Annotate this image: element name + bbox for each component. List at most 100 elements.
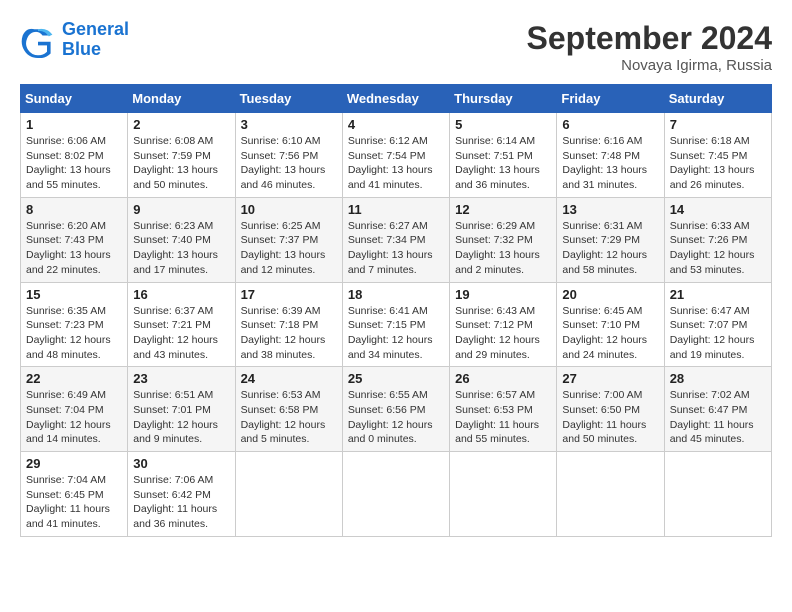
sunrise: Sunrise: 6:39 AM [241,304,337,319]
day-info: Sunrise: 6:20 AM Sunset: 7:43 PM Dayligh… [26,219,122,278]
sunset: Sunset: 6:42 PM [133,488,229,503]
daylight: Daylight: 12 hours and 38 minutes. [241,333,337,362]
daylight: Daylight: 13 hours and 26 minutes. [670,163,766,192]
col-sunday: Sunday [21,85,128,113]
sunrise: Sunrise: 6:23 AM [133,219,229,234]
daylight: Daylight: 12 hours and 24 minutes. [562,333,658,362]
day-info: Sunrise: 6:14 AM Sunset: 7:51 PM Dayligh… [455,134,551,193]
logo-line2: Blue [62,39,101,59]
day-info: Sunrise: 7:00 AM Sunset: 6:50 PM Dayligh… [562,388,658,447]
table-row: 30 Sunrise: 7:06 AM Sunset: 6:42 PM Dayl… [128,452,235,537]
sunrise: Sunrise: 6:12 AM [348,134,444,149]
day-number: 19 [455,287,551,302]
logo: General Blue [20,20,129,60]
table-row: 15 Sunrise: 6:35 AM Sunset: 7:23 PM Dayl… [21,282,128,367]
sunset: Sunset: 6:47 PM [670,403,766,418]
table-row: 1 Sunrise: 6:06 AM Sunset: 8:02 PM Dayli… [21,113,128,198]
daylight: Daylight: 13 hours and 17 minutes. [133,248,229,277]
table-row: 25 Sunrise: 6:55 AM Sunset: 6:56 PM Dayl… [342,367,449,452]
sunset: Sunset: 6:53 PM [455,403,551,418]
sunset: Sunset: 7:07 PM [670,318,766,333]
day-info: Sunrise: 7:02 AM Sunset: 6:47 PM Dayligh… [670,388,766,447]
table-row: 3 Sunrise: 6:10 AM Sunset: 7:56 PM Dayli… [235,113,342,198]
day-number: 9 [133,202,229,217]
sunset: Sunset: 6:56 PM [348,403,444,418]
day-info: Sunrise: 6:23 AM Sunset: 7:40 PM Dayligh… [133,219,229,278]
sunrise: Sunrise: 7:06 AM [133,473,229,488]
table-row [664,452,771,537]
sunset: Sunset: 7:18 PM [241,318,337,333]
table-row [557,452,664,537]
sunset: Sunset: 7:56 PM [241,149,337,164]
sunrise: Sunrise: 6:14 AM [455,134,551,149]
daylight: Daylight: 13 hours and 22 minutes. [26,248,122,277]
table-row: 20 Sunrise: 6:45 AM Sunset: 7:10 PM Dayl… [557,282,664,367]
daylight: Daylight: 13 hours and 2 minutes. [455,248,551,277]
sunset: Sunset: 7:34 PM [348,233,444,248]
daylight: Daylight: 11 hours and 36 minutes. [133,502,229,531]
day-number: 30 [133,456,229,471]
sunset: Sunset: 7:54 PM [348,149,444,164]
sunrise: Sunrise: 6:18 AM [670,134,766,149]
sunrise: Sunrise: 6:31 AM [562,219,658,234]
sunrise: Sunrise: 7:00 AM [562,388,658,403]
sunrise: Sunrise: 6:47 AM [670,304,766,319]
calendar-week-row: 22 Sunrise: 6:49 AM Sunset: 7:04 PM Dayl… [21,367,772,452]
day-info: Sunrise: 6:18 AM Sunset: 7:45 PM Dayligh… [670,134,766,193]
daylight: Daylight: 12 hours and 58 minutes. [562,248,658,277]
day-info: Sunrise: 6:53 AM Sunset: 6:58 PM Dayligh… [241,388,337,447]
daylight: Daylight: 12 hours and 0 minutes. [348,418,444,447]
day-number: 6 [562,117,658,132]
sunset: Sunset: 7:01 PM [133,403,229,418]
day-number: 26 [455,371,551,386]
calendar-header-row: Sunday Monday Tuesday Wednesday Thursday… [21,85,772,113]
table-row: 14 Sunrise: 6:33 AM Sunset: 7:26 PM Dayl… [664,197,771,282]
sunrise: Sunrise: 6:06 AM [26,134,122,149]
sunrise: Sunrise: 6:45 AM [562,304,658,319]
title-block: September 2024 Novaya Igirma, Russia [527,20,772,74]
table-row: 5 Sunrise: 6:14 AM Sunset: 7:51 PM Dayli… [450,113,557,198]
sunrise: Sunrise: 6:55 AM [348,388,444,403]
day-number: 2 [133,117,229,132]
day-number: 24 [241,371,337,386]
sunset: Sunset: 7:10 PM [562,318,658,333]
day-info: Sunrise: 6:49 AM Sunset: 7:04 PM Dayligh… [26,388,122,447]
sunset: Sunset: 6:58 PM [241,403,337,418]
sunset: Sunset: 7:43 PM [26,233,122,248]
day-number: 1 [26,117,122,132]
table-row: 27 Sunrise: 7:00 AM Sunset: 6:50 PM Dayl… [557,367,664,452]
page-header: General Blue September 2024 Novaya Igirm… [20,20,772,74]
sunrise: Sunrise: 6:10 AM [241,134,337,149]
sunset: Sunset: 7:40 PM [133,233,229,248]
day-info: Sunrise: 6:57 AM Sunset: 6:53 PM Dayligh… [455,388,551,447]
sunrise: Sunrise: 6:35 AM [26,304,122,319]
sunrise: Sunrise: 6:27 AM [348,219,444,234]
day-info: Sunrise: 6:47 AM Sunset: 7:07 PM Dayligh… [670,304,766,363]
calendar-week-row: 8 Sunrise: 6:20 AM Sunset: 7:43 PM Dayli… [21,197,772,282]
sunset: Sunset: 7:04 PM [26,403,122,418]
col-thursday: Thursday [450,85,557,113]
col-friday: Friday [557,85,664,113]
day-info: Sunrise: 6:16 AM Sunset: 7:48 PM Dayligh… [562,134,658,193]
sunrise: Sunrise: 6:41 AM [348,304,444,319]
day-info: Sunrise: 6:35 AM Sunset: 7:23 PM Dayligh… [26,304,122,363]
day-info: Sunrise: 6:33 AM Sunset: 7:26 PM Dayligh… [670,219,766,278]
table-row: 13 Sunrise: 6:31 AM Sunset: 7:29 PM Dayl… [557,197,664,282]
col-monday: Monday [128,85,235,113]
day-number: 8 [26,202,122,217]
sunrise: Sunrise: 6:49 AM [26,388,122,403]
day-number: 7 [670,117,766,132]
table-row: 24 Sunrise: 6:53 AM Sunset: 6:58 PM Dayl… [235,367,342,452]
day-number: 21 [670,287,766,302]
day-info: Sunrise: 6:43 AM Sunset: 7:12 PM Dayligh… [455,304,551,363]
calendar-week-row: 15 Sunrise: 6:35 AM Sunset: 7:23 PM Dayl… [21,282,772,367]
sunrise: Sunrise: 6:37 AM [133,304,229,319]
sunrise: Sunrise: 6:51 AM [133,388,229,403]
table-row: 28 Sunrise: 7:02 AM Sunset: 6:47 PM Dayl… [664,367,771,452]
sunset: Sunset: 7:21 PM [133,318,229,333]
table-row: 8 Sunrise: 6:20 AM Sunset: 7:43 PM Dayli… [21,197,128,282]
calendar-week-row: 1 Sunrise: 6:06 AM Sunset: 8:02 PM Dayli… [21,113,772,198]
day-info: Sunrise: 6:31 AM Sunset: 7:29 PM Dayligh… [562,219,658,278]
day-number: 10 [241,202,337,217]
table-row: 10 Sunrise: 6:25 AM Sunset: 7:37 PM Dayl… [235,197,342,282]
